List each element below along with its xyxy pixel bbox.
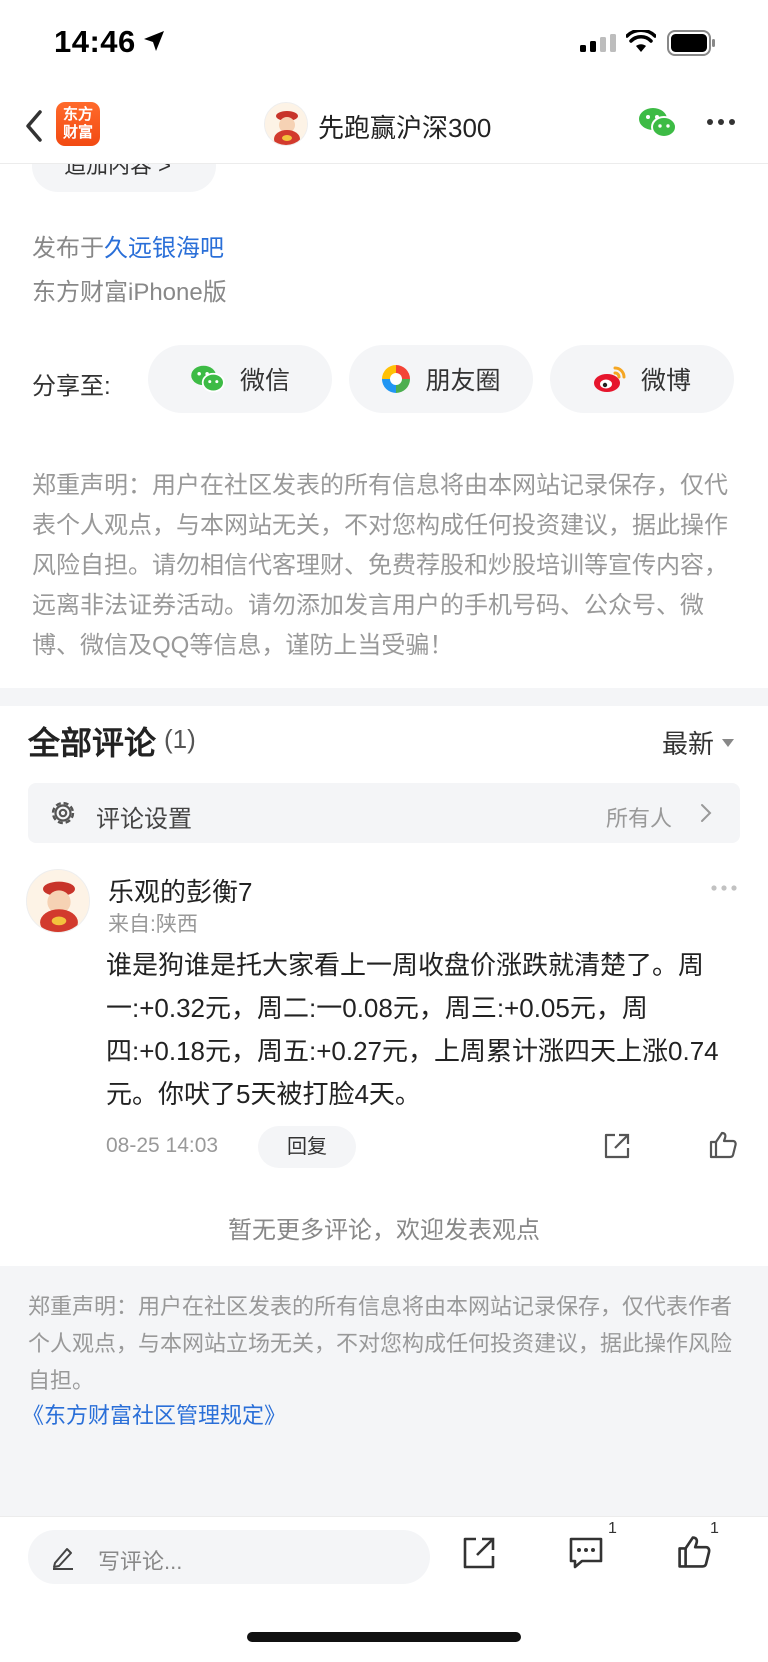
share-label: 分享至: — [32, 373, 111, 400]
share-weibo-button[interactable]: 微博 — [550, 345, 734, 413]
wechat-icon[interactable] — [638, 106, 678, 140]
fortune-god-avatar-icon — [265, 103, 307, 145]
weibo-icon — [593, 366, 626, 392]
caret-down-icon — [722, 738, 735, 747]
logo-text-line2: 财富 — [62, 124, 93, 141]
bar-avatar[interactable] — [264, 102, 308, 146]
thumbs-up-icon[interactable] — [708, 1130, 738, 1160]
comment-more-icon[interactable] — [710, 884, 738, 892]
wechat-icon — [191, 365, 225, 393]
fortune-god-avatar-icon — [27, 870, 89, 932]
comment-bubble-icon[interactable] — [568, 1536, 604, 1570]
comment-settings-label: 评论设置 — [96, 806, 192, 833]
comments-count: (1) — [164, 724, 196, 754]
no-more-comments: 暂无更多评论，欢迎发表观点 — [228, 1217, 540, 1244]
client-info: 东方财富iPhone版 — [32, 279, 227, 306]
logo-text-line1: 东方 — [62, 106, 93, 123]
comment-avatar[interactable] — [26, 869, 90, 933]
share-icon[interactable] — [462, 1536, 496, 1570]
reply-button[interactable]: 回复 — [258, 1126, 356, 1168]
comment-count-badge: 1 — [608, 1520, 617, 1537]
comment-username[interactable]: 乐观的彭衡7 — [108, 872, 252, 909]
status-bar: 14:46 — [0, 0, 768, 88]
app-logo[interactable]: 东方 财富 — [56, 102, 100, 146]
thumbs-up-icon[interactable] — [676, 1534, 712, 1570]
location-arrow-icon — [144, 31, 164, 51]
post-disclaimer: 郑重声明：用户在社区发表的所有信息将由本网站记录保存，仅代表个人观点，与本网站无… — [32, 472, 728, 659]
comment-body: 谁是狗谁是托大家看上一周收盘价涨跌就清楚了。周一:+0.32元，周二:一0.08… — [106, 950, 719, 1109]
comment-location: 来自:陕西 — [108, 913, 198, 936]
comment-settings-row[interactable]: 评论设置 所有人 — [28, 783, 740, 843]
nav-bar: 东方 财富 先跑赢沪深300 — [0, 88, 768, 164]
cellular-signal-icon — [580, 34, 616, 52]
wifi-icon — [626, 30, 656, 52]
footer-disclaimer: 郑重声明：用户在社区发表的所有信息将由本网站记录保存，仅代表作者个人观点，与本网… — [28, 1294, 733, 1393]
battery-icon — [667, 30, 715, 56]
gear-icon — [51, 801, 75, 825]
home-indicator — [247, 1632, 521, 1642]
status-time: 14:46 — [54, 24, 136, 59]
moments-icon — [382, 365, 411, 393]
chevron-right-icon — [701, 804, 712, 822]
page-title: 先跑赢沪深300 — [318, 113, 492, 143]
publish-info: 发布于久远银海吧 — [32, 228, 224, 263]
bar-link[interactable]: 久远银海吧 — [104, 235, 224, 262]
community-rules-link[interactable]: 《东方财富社区管理规定》 — [22, 1398, 286, 1430]
sort-select[interactable]: 最新 — [662, 724, 735, 761]
publish-prefix: 发布于 — [32, 235, 104, 262]
section-divider — [0, 688, 768, 706]
share-weibo-label: 微博 — [640, 367, 691, 395]
more-options-icon[interactable] — [706, 118, 736, 126]
comment-time: 08-25 14:03 — [106, 1134, 219, 1157]
comment-input[interactable]: 写评论... — [28, 1530, 430, 1584]
back-icon[interactable] — [22, 106, 46, 146]
share-wechat-button[interactable]: 微信 — [148, 345, 332, 413]
comment-settings-value: 所有人 — [606, 806, 673, 831]
comments-title: 全部评论 — [28, 725, 157, 761]
share-moments-button[interactable]: 朋友圈 — [349, 345, 533, 413]
share-wechat-label: 微信 — [239, 367, 290, 395]
share-moments-label: 朋友圈 — [425, 367, 501, 395]
sort-label: 最新 — [662, 729, 715, 759]
comment-input-placeholder: 写评论... — [98, 1549, 183, 1574]
pen-icon — [53, 1548, 73, 1570]
like-count-badge: 1 — [710, 1520, 719, 1537]
share-icon[interactable] — [603, 1132, 631, 1160]
